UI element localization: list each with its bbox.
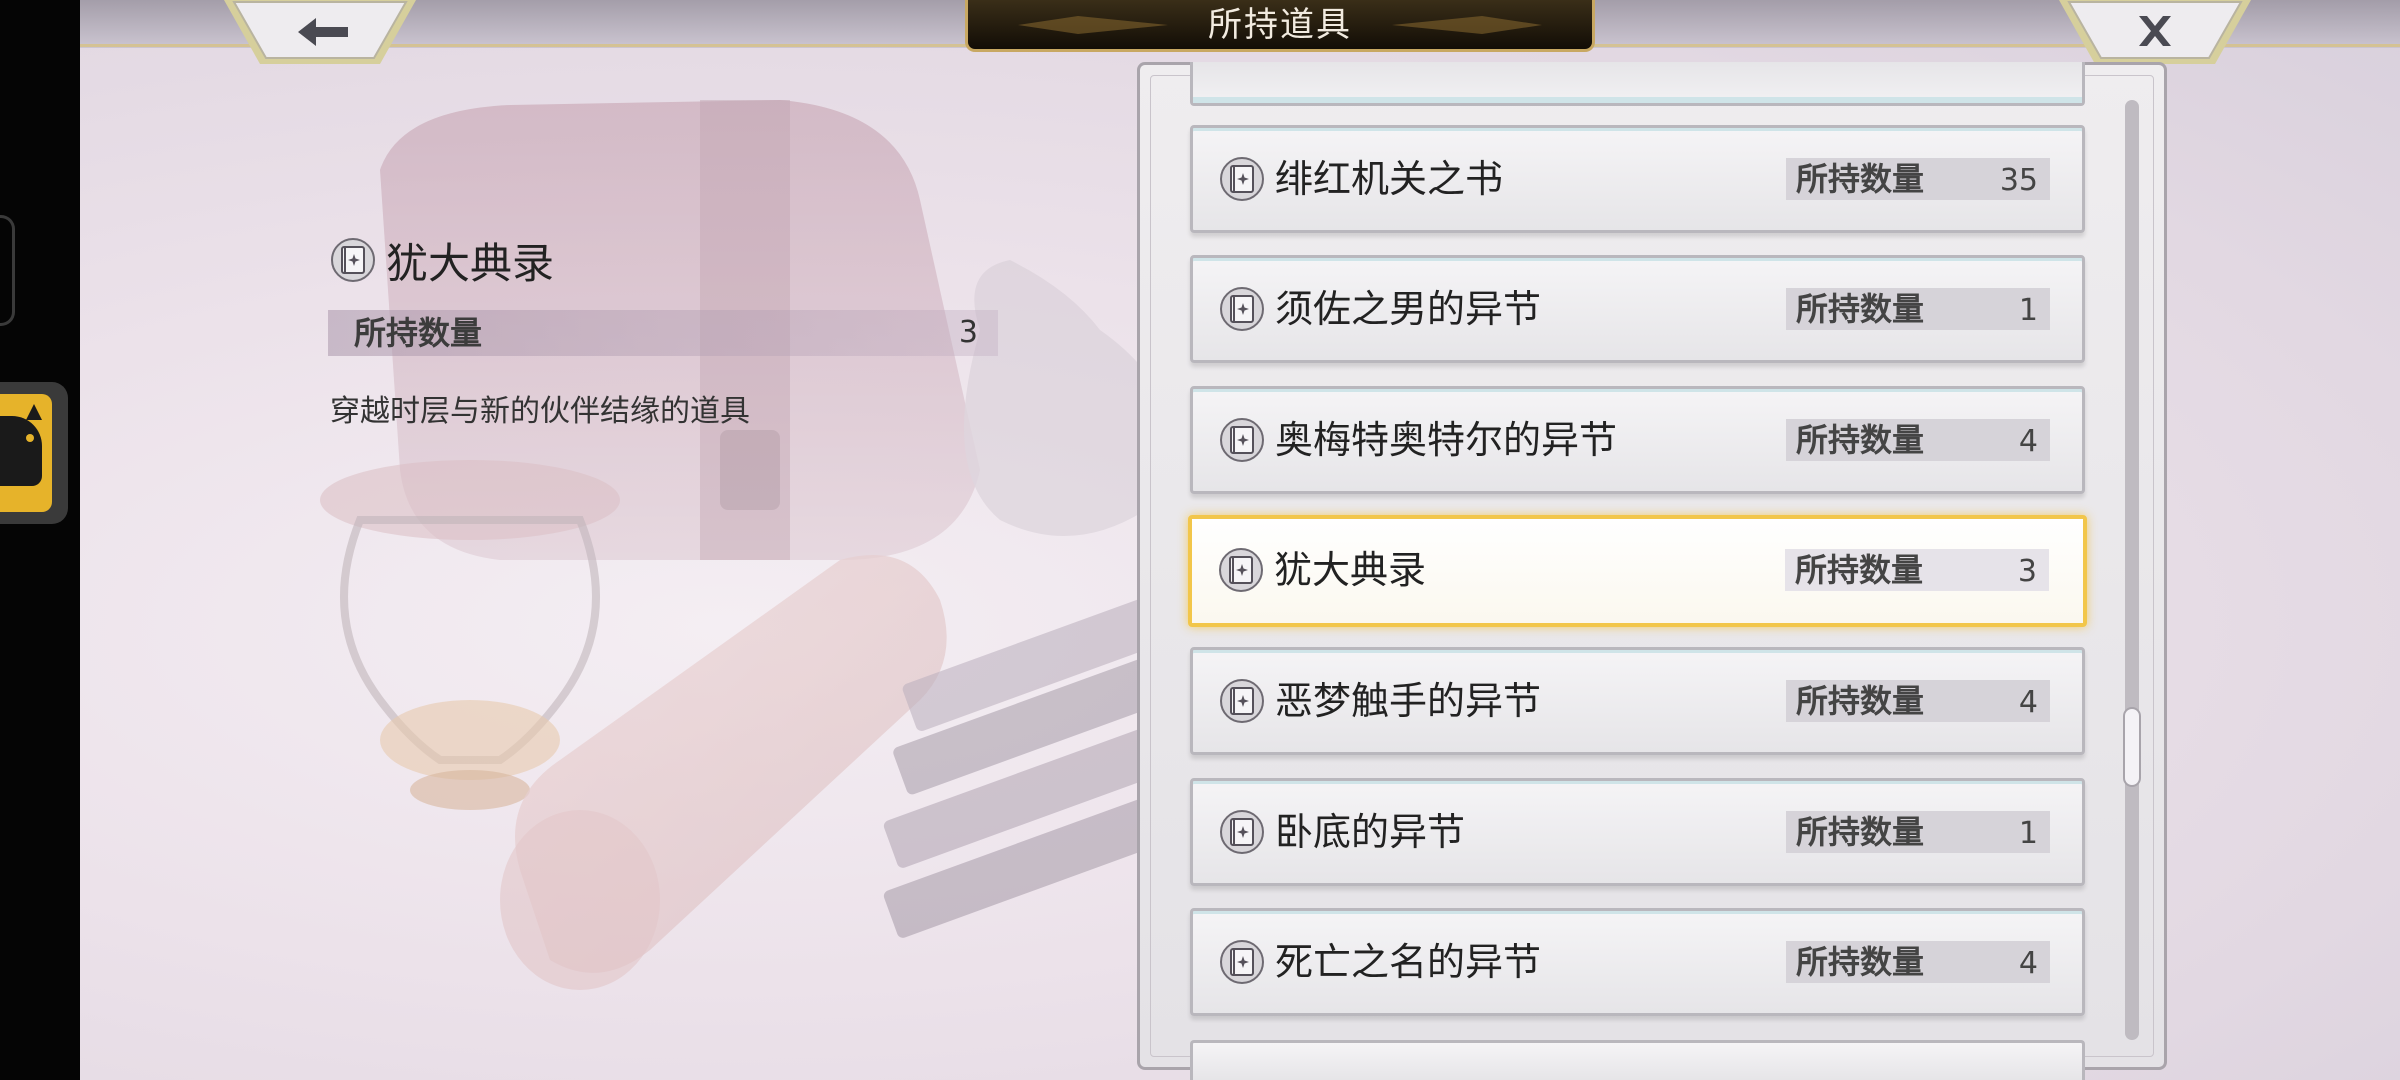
- detail-quantity-bar: 所持数量 3: [328, 310, 998, 356]
- scrollbar-track[interactable]: [2125, 100, 2139, 1040]
- item-quantity-value: 1: [2018, 816, 2038, 851]
- page-title: 所持道具: [1208, 5, 1352, 45]
- close-button[interactable]: [2055, 0, 2255, 66]
- item-name: 奥梅特奥特尔的异节: [1275, 418, 1618, 462]
- item-quantity-label: 所持数量: [1796, 943, 1925, 981]
- list-item-partial-bottom[interactable]: [1190, 1040, 2085, 1080]
- item-quantity-box: 所持数量 35: [1786, 158, 2050, 200]
- cat-app-icon: [0, 394, 52, 512]
- list-item[interactable]: 奥梅特奥特尔的异节 所持数量 4: [1190, 386, 2085, 494]
- book-icon: [1220, 810, 1264, 854]
- detail-description: 穿越时层与新的伙伴结缘的道具: [330, 394, 750, 429]
- book-icon: [1220, 418, 1264, 462]
- item-name: 须佐之男的异节: [1275, 287, 1542, 331]
- item-quantity-box: 所持数量 3: [1785, 549, 2049, 591]
- item-name: 恶梦触手的异节: [1275, 679, 1542, 723]
- item-quantity-box: 所持数量 4: [1786, 941, 2050, 983]
- item-quantity-label: 所持数量: [1796, 290, 1925, 328]
- ornament-left: [1018, 16, 1168, 34]
- scrollbar-thumb[interactable]: [2123, 707, 2141, 787]
- title-plate: 所持道具: [965, 0, 1595, 52]
- item-name: 犹大典录: [1274, 548, 1427, 592]
- list-item[interactable]: 绯红机关之书 所持数量 35: [1190, 125, 2085, 233]
- item-quantity-label: 所持数量: [1796, 421, 1925, 459]
- item-name: 绯红机关之书: [1275, 157, 1504, 201]
- arrow-left-icon: [224, 0, 416, 64]
- list-item-partial-top[interactable]: [1190, 62, 2085, 106]
- item-name: 卧底的异节: [1275, 810, 1466, 854]
- book-icon: [1220, 157, 1264, 201]
- book-icon: [1220, 940, 1264, 984]
- item-quantity-label: 所持数量: [1796, 813, 1925, 851]
- floating-app-button[interactable]: [0, 382, 68, 524]
- back-button[interactable]: [220, 0, 420, 66]
- side-tab-outline[interactable]: [0, 215, 15, 326]
- list-item[interactable]: 死亡之名的异节 所持数量 4: [1190, 908, 2085, 1016]
- item-quantity-value: 4: [2018, 946, 2038, 981]
- detail-quantity-value: 3: [958, 315, 978, 350]
- close-x-icon: [2059, 0, 2251, 64]
- ornament-right: [1392, 16, 1542, 34]
- item-detail: 犹大典录 所持数量 3 穿越时层与新的伙伴结缘的道具: [328, 230, 1090, 430]
- item-quantity-label: 所持数量: [1796, 160, 1925, 198]
- list-item[interactable]: 卧底的异节 所持数量 1: [1190, 778, 2085, 886]
- detail-quantity-label: 所持数量: [354, 314, 483, 352]
- item-quantity-box: 所持数量 4: [1786, 680, 2050, 722]
- book-icon: [1220, 287, 1264, 331]
- list-item-selected[interactable]: 犹大典录 所持数量 3: [1188, 515, 2087, 627]
- item-name: 死亡之名的异节: [1275, 940, 1542, 984]
- list-item[interactable]: 须佐之男的异节 所持数量 1: [1190, 255, 2085, 363]
- item-quantity-value: 4: [2018, 685, 2038, 720]
- device-side-strip: [0, 0, 80, 1080]
- item-quantity-label: 所持数量: [1795, 551, 1924, 589]
- item-quantity-label: 所持数量: [1796, 682, 1925, 720]
- book-icon: [331, 238, 375, 282]
- item-quantity-box: 所持数量 4: [1786, 419, 2050, 461]
- item-quantity-value: 35: [1999, 163, 2038, 198]
- book-icon: [1219, 548, 1263, 592]
- book-icon: [1220, 679, 1264, 723]
- item-quantity-value: 3: [2017, 554, 2037, 589]
- item-quantity-box: 所持数量 1: [1786, 811, 2050, 853]
- item-quantity-value: 4: [2018, 424, 2038, 459]
- item-quantity-value: 1: [2018, 293, 2038, 328]
- list-item[interactable]: 恶梦触手的异节 所持数量 4: [1190, 647, 2085, 755]
- detail-item-name: 犹大典录: [386, 238, 555, 288]
- item-quantity-box: 所持数量 1: [1786, 288, 2050, 330]
